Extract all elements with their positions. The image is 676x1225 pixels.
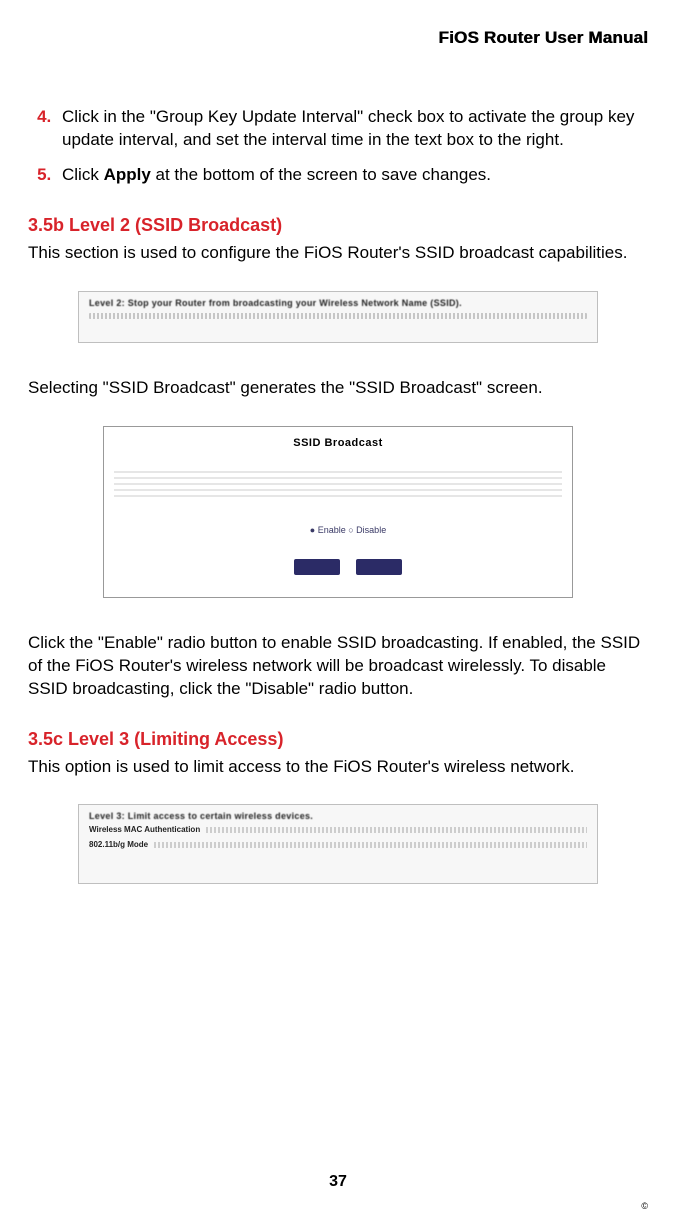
screenshot-ssid-broadcast: SSID Broadcast ● Enable ○ Disable bbox=[103, 426, 573, 598]
heading-3-5c: 3.5c Level 3 (Limiting Access) bbox=[28, 729, 648, 750]
shot1-line bbox=[89, 313, 587, 319]
step-5-b: at the bottom of the screen to save chan… bbox=[151, 165, 491, 184]
step-4: Click in the "Group Key Update Interval"… bbox=[56, 106, 648, 152]
intro-3-5b: This section is used to configure the Fi… bbox=[28, 242, 648, 265]
step-5-bold: Apply bbox=[104, 165, 151, 184]
shot3-row2-fill bbox=[154, 842, 587, 848]
step-4-text: Click in the "Group Key Update Interval"… bbox=[62, 107, 634, 149]
shot2-paragraph bbox=[114, 469, 562, 497]
caption-ssid: Selecting "SSID Broadcast" generates the… bbox=[28, 377, 648, 400]
shot3-row1-fill bbox=[206, 827, 587, 833]
screenshot-level2-row: Level 2: Stop your Router from broadcast… bbox=[78, 291, 598, 343]
shot2-title: SSID Broadcast bbox=[104, 427, 572, 449]
screenshot-level3-row: Level 3: Limit access to certain wireles… bbox=[78, 804, 598, 884]
shot3-title: Level 3: Limit access to certain wireles… bbox=[79, 805, 597, 821]
heading-3-5b: 3.5b Level 2 (SSID Broadcast) bbox=[28, 215, 648, 236]
shot3-row2-label: 802.11b/g Mode bbox=[89, 840, 148, 849]
para-enable-disable: Click the "Enable" radio button to enabl… bbox=[28, 632, 648, 701]
shot1-title: Level 2: Stop your Router from broadcast… bbox=[79, 292, 597, 308]
step-5: Click Apply at the bottom of the screen … bbox=[56, 164, 648, 187]
shot3-row1-label: Wireless MAC Authentication bbox=[89, 825, 200, 834]
step-5-a: Click bbox=[62, 165, 104, 184]
shot2-buttons bbox=[114, 559, 582, 580]
step-list: Click in the "Group Key Update Interval"… bbox=[28, 106, 648, 187]
intro-3-5c: This option is used to limit access to t… bbox=[28, 756, 648, 779]
copyright-mark: © bbox=[641, 1201, 648, 1211]
page-number: 37 bbox=[0, 1173, 676, 1191]
shot2-radios: ● Enable ○ Disable bbox=[114, 525, 582, 535]
running-head: FiOS Router User Manual bbox=[28, 28, 648, 48]
